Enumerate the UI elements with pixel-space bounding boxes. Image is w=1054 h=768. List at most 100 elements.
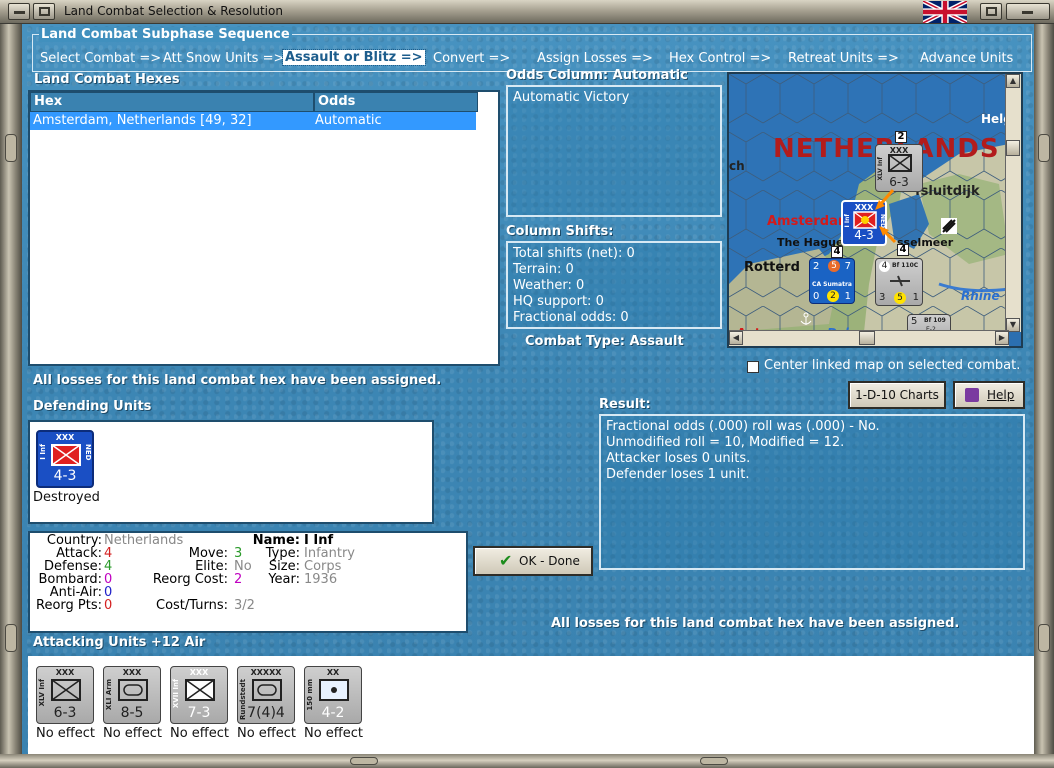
scroll-thumb[interactable] [859, 331, 875, 345]
attacker-caption: No effect [304, 726, 364, 741]
table-row[interactable]: Amsterdam, Netherlands [49, 32] Automati… [30, 112, 476, 130]
attacker-caption: No effect [170, 726, 230, 741]
infantry-icon [888, 154, 912, 172]
counter-value: 4-2 [321, 705, 345, 721]
map-horizontal-scrollbar[interactable]: ◀ ▶ [729, 330, 1009, 346]
center-map-checkbox[interactable] [747, 361, 759, 373]
result-line: Unmodified roll = 10, Modified = 12. [606, 435, 845, 450]
defender-counter[interactable]: XXX I Inf NED 4-3 [36, 430, 94, 488]
ok-done-button[interactable]: ✔ OK - Done [473, 546, 593, 576]
counter-size: XXX [189, 668, 209, 677]
counter-size: XX [326, 668, 340, 677]
help-label: Help [987, 388, 1015, 402]
year-label: Year: [268, 572, 300, 587]
cost-turns-value: 3/2 [234, 598, 255, 613]
maximize-button[interactable] [980, 3, 1002, 20]
reorg-pts-label: Reorg Pts: [36, 598, 102, 613]
step-assault-or-blitz: Assault or Blitz => [282, 49, 426, 66]
odds-box: Automatic Victory [506, 85, 722, 217]
reorg-cost-label: Reorg Cost: [152, 572, 228, 587]
shift-hq-support: HQ support: 0 [513, 294, 604, 309]
map-counter-ship[interactable]: 2 5 7 CA Sumatra 0 2 1 [809, 258, 855, 304]
map-rhine-label: Rhine [961, 289, 1000, 303]
shift-weather: Weather: 0 [513, 278, 585, 293]
restore-icon [39, 7, 50, 16]
counter-name: I Inf [844, 214, 851, 228]
attacker-counter-xlv-inf[interactable]: XXX XLV Inf 6-3 [36, 666, 94, 724]
scroll-thumb[interactable] [1006, 140, 1020, 156]
land-combat-window: Land Combat Selection & Resolution Land … [0, 0, 1054, 768]
frame-knob [1038, 624, 1050, 652]
maximize-icon [986, 7, 997, 16]
reorg-cost-value: 2 [234, 572, 243, 587]
counter-value: 7(4)4 [247, 705, 285, 721]
map-vertical-scrollbar[interactable]: ▲ ▼ [1005, 74, 1021, 332]
hex-column-header[interactable]: Hex [30, 92, 314, 112]
odds-column-header[interactable]: Odds [314, 92, 478, 112]
counter-value: 8-5 [120, 705, 144, 721]
attacker-caption: No effect [103, 726, 163, 741]
result-line: Defender loses 1 unit. [606, 467, 750, 482]
shifts-box: Total shifts (net): 0 Terrain: 0 Weather… [506, 241, 722, 329]
ship-name: CA Sumatra [812, 281, 852, 288]
frame-knob [5, 134, 17, 162]
frame-knob [700, 757, 728, 765]
scroll-up-arrow-icon[interactable]: ▲ [1006, 74, 1020, 88]
map-counter-bf110c[interactable]: 4 Bf 110C 3 5 1 [875, 258, 923, 306]
step-att-snow-units: Att Snow Units => [163, 51, 285, 66]
attacker-counter-xli-arm[interactable]: XXX XLI Arm 8-5 [103, 666, 161, 724]
help-book-icon [965, 388, 979, 402]
attack-arrow-icon [875, 189, 897, 244]
air2-top-left: 5 [911, 316, 918, 327]
counter-name: XLV Inf [38, 679, 46, 707]
ship-bottom-mid: 2 [827, 290, 839, 302]
attacker-counter-xvii-inf[interactable]: XXX XVII Inf 7-3 [170, 666, 228, 724]
odds-cell: Automatic [315, 113, 382, 128]
ship-bottom-right: 1 [844, 291, 851, 302]
air-bottom-right: 1 [912, 292, 919, 303]
combat-type: Combat Type: Assault [525, 334, 684, 349]
restore-button[interactable] [33, 3, 55, 20]
ship-left: 2 [813, 261, 820, 272]
unit-info-panel: Country: Netherlands Attack: 4 Defense: … [28, 531, 468, 633]
map-counter-xlv-inf[interactable]: XXX XLV Inf 6-3 [875, 144, 923, 192]
stack-count: 2 [895, 131, 907, 143]
air-name: Bf 110C [892, 262, 919, 269]
aircraft-icon [890, 275, 910, 287]
losses-message-bottom: All losses for this land combat hex have… [551, 616, 960, 631]
ship-bottom-left: 0 [813, 291, 820, 302]
stack-count: 4 [831, 246, 843, 258]
title-bar: Land Combat Selection & Resolution [0, 0, 1054, 24]
shift-total: Total shifts (net): 0 [513, 246, 635, 261]
attacking-units-panel: XXX XLV Inf 6-3 No effect XXX XLI Arm 8-… [28, 656, 1034, 754]
shifts-title: Column Shifts: [506, 224, 614, 239]
attacker-counter-rundstedt[interactable]: XXXXX Rundstedt 7(4)4 [237, 666, 295, 724]
window-title: Land Combat Selection & Resolution [64, 4, 283, 18]
counter-size: XXXXX [250, 668, 282, 677]
attacker-counter-150mm[interactable]: XX 150 mm 4-2 [304, 666, 362, 724]
charts-button[interactable]: 1-D-10 Charts [848, 381, 946, 409]
stack-count: 4 [897, 244, 909, 256]
map-afsluitdijk-label: fsluitdijk [915, 184, 980, 199]
defending-units-panel: XXX I Inf NED 4-3 Destroyed [28, 420, 434, 524]
scroll-left-arrow-icon[interactable]: ◀ [729, 331, 743, 345]
window-control-button[interactable] [1006, 3, 1050, 20]
minimize-button[interactable] [8, 3, 30, 20]
scroll-right-arrow-icon[interactable]: ▶ [995, 331, 1009, 345]
linked-map[interactable]: NETHERLANDS Helg ch fsluitdijk Amsterdam… [727, 72, 1023, 348]
defender-caption: Destroyed [33, 490, 100, 505]
shift-fractional-odds: Fractional odds: 0 [513, 310, 629, 325]
fortification-icon [941, 218, 957, 234]
help-button[interactable]: Help [953, 381, 1025, 409]
map-amsterdam-label: Amsterdam [767, 214, 852, 229]
air-top-left: 4 [879, 261, 890, 272]
infantry-icon [51, 444, 81, 466]
bar-icon [1022, 11, 1033, 14]
frame-bottom [0, 754, 1054, 768]
step-retreat-units: Retreat Units => [788, 51, 899, 66]
reorg-pts-value: 0 [104, 598, 113, 613]
anchor-icon [800, 312, 812, 325]
attacker-caption: No effect [237, 726, 297, 741]
map-ch-label: ch [729, 159, 745, 173]
checkmark-icon: ✔ [499, 551, 513, 570]
